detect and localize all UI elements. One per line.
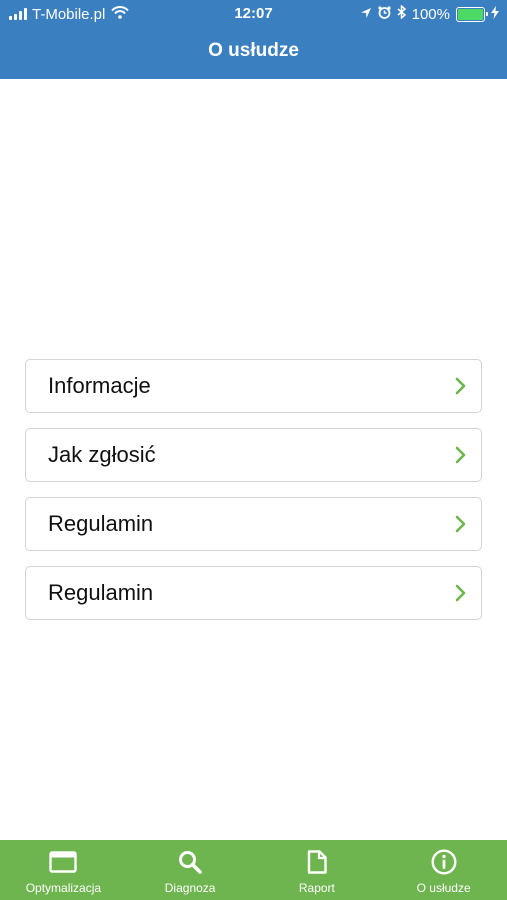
tab-o-usludze[interactable]: O usłudze xyxy=(380,840,507,900)
battery-level xyxy=(458,8,483,20)
battery-icon xyxy=(456,6,488,22)
menu-item-label: Informacje xyxy=(48,373,151,398)
chevron-right-icon xyxy=(455,515,467,533)
page-title: O usłudze xyxy=(208,40,299,61)
menu-item-label: Jak zgłosić xyxy=(48,442,156,467)
battery-percent: 100% xyxy=(411,5,450,23)
tab-label: Optymalizacja xyxy=(25,881,102,895)
tab-raport[interactable]: Raport xyxy=(254,840,381,900)
menu-item-jak-zglosic[interactable]: Jak zgłosić xyxy=(25,428,482,482)
window-icon xyxy=(49,850,78,874)
header: T-Mobile.pl 12:07 100% O usłudze xyxy=(0,0,507,79)
tab-label: O usłudze xyxy=(416,881,471,895)
tab-bar: Optymalizacja Diagnoza Raport O usłudze xyxy=(0,840,507,900)
status-right: 100% xyxy=(360,4,499,24)
charging-icon xyxy=(491,5,499,23)
menu-list: Informacje Jak zgłosić Regulamin Regulam… xyxy=(25,359,482,635)
menu-item-regulamin-2[interactable]: Regulamin xyxy=(25,566,482,620)
tab-label: Raport xyxy=(298,881,335,895)
chevron-right-icon xyxy=(455,446,467,464)
menu-item-informacje[interactable]: Informacje xyxy=(25,359,482,413)
info-icon xyxy=(431,849,457,875)
location-icon xyxy=(360,6,372,23)
chevron-right-icon xyxy=(455,377,467,395)
tab-optymalizacja[interactable]: Optymalizacja xyxy=(0,840,127,900)
tab-label: Diagnoza xyxy=(164,881,216,895)
alarm-icon xyxy=(378,5,391,23)
document-icon xyxy=(307,850,327,874)
tab-diagnoza[interactable]: Diagnoza xyxy=(127,840,254,900)
chevron-right-icon xyxy=(455,584,467,602)
status-bar: T-Mobile.pl 12:07 100% xyxy=(0,0,507,28)
bluetooth-icon xyxy=(397,4,406,23)
menu-item-label: Regulamin xyxy=(48,580,154,605)
menu-item-regulamin[interactable]: Regulamin xyxy=(25,497,482,551)
menu-item-label: Regulamin xyxy=(48,511,154,536)
search-icon xyxy=(178,850,202,874)
